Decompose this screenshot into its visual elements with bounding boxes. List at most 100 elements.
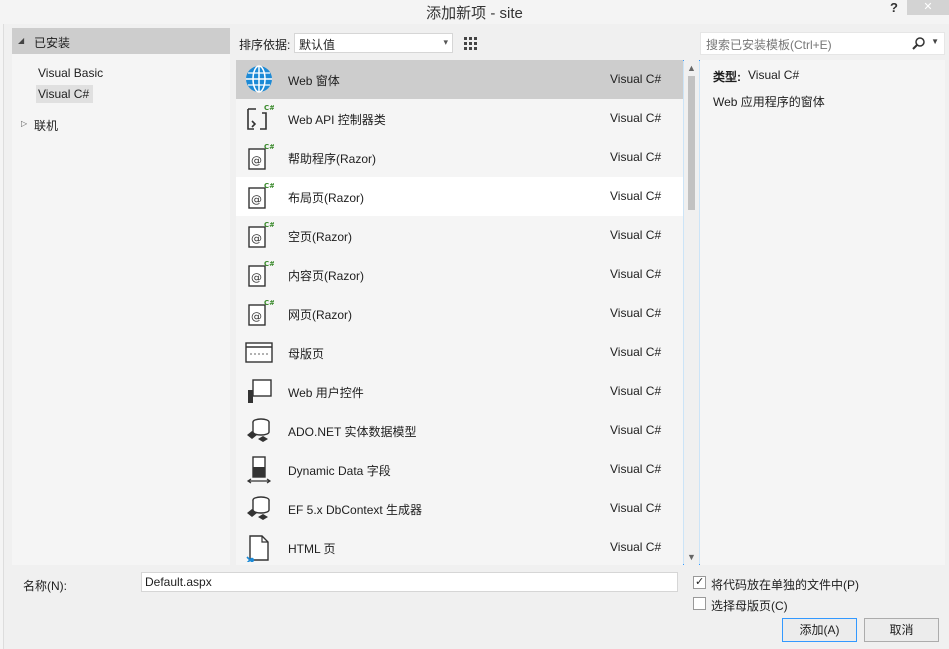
template-language: Visual C# [610, 267, 662, 281]
template-name: 内容页(Razor) [288, 269, 365, 283]
sort-dropdown[interactable]: 默认值 ▾ [294, 33, 453, 53]
template-language: Visual C# [610, 540, 662, 554]
template-tree: ◢ 已安装 Visual Basic Visual C# ▷ 联机 [12, 28, 230, 565]
search-placeholder: 搜索已安装模板(Ctrl+E) [706, 38, 832, 52]
scrollbar-thumb[interactable] [688, 76, 695, 210]
template-language: Visual C# [610, 111, 662, 125]
svg-text:C#: C# [264, 182, 274, 190]
svg-text:C#: C# [264, 299, 274, 307]
name-label: 名称(N): [23, 579, 67, 593]
tree-node-label: 已安装 [34, 36, 71, 50]
tree-node-label: 联机 [34, 119, 59, 133]
dropdown-arrow-icon: ▾ [443, 37, 448, 47]
template-language: Visual C# [610, 501, 662, 515]
master-page-label[interactable]: 选择母版页(C) [711, 597, 788, 614]
template-description: Web 应用程序的窗体 [713, 95, 825, 109]
template-row[interactable]: EF 5.x DbContext 生成器 Visual C# [236, 489, 683, 528]
title-bar: 添加新项 - site ? ✕ [0, 0, 949, 24]
collapse-arrow-icon[interactable]: ◢ [18, 36, 24, 45]
template-row[interactable]: @ C# 布局页(Razor) Visual C# [236, 177, 683, 216]
template-language: Visual C# [610, 384, 662, 398]
webapi-controller-icon: C# [244, 103, 275, 133]
template-row[interactable]: Web 窗体 Visual C# [236, 60, 683, 99]
user-control-icon [244, 376, 274, 406]
search-options-arrow-icon[interactable]: ▼ [931, 37, 939, 46]
template-name: ADO.NET 实体数据模型 [288, 425, 417, 439]
template-row[interactable]: HTML 页 Visual C# [236, 528, 683, 565]
template-name: EF 5.x DbContext 生成器 [288, 503, 423, 517]
razor-file-icon: @ C# [244, 259, 275, 289]
type-value: Visual C# [748, 68, 800, 82]
template-name: 帮助程序(Razor) [288, 152, 377, 166]
master-page-checkbox[interactable] [693, 597, 706, 610]
template-name: Web API 控制器类 [288, 113, 386, 127]
razor-file-icon: @ C# [244, 181, 275, 211]
tree-item-visual-basic[interactable]: Visual Basic [38, 66, 103, 80]
close-button[interactable]: ✕ [907, 0, 949, 15]
template-name: 母版页 [288, 347, 325, 361]
template-language: Visual C# [610, 306, 662, 320]
razor-file-icon: @ C# [244, 298, 275, 328]
svg-text:@: @ [251, 154, 262, 167]
template-row[interactable]: @ C# 网页(Razor) Visual C# [236, 294, 683, 333]
template-row[interactable]: 母版页 Visual C# [236, 333, 683, 372]
svg-text:C#: C# [264, 104, 274, 112]
template-row[interactable]: @ C# 内容页(Razor) Visual C# [236, 255, 683, 294]
entity-model-icon [244, 415, 274, 445]
tree-node-installed[interactable]: ◢ 已安装 [12, 28, 230, 54]
template-list: Web 窗体 Visual C# C# Web API 控制器类 Visual C# @ C… [236, 60, 683, 565]
template-language: Visual C# [610, 150, 662, 164]
list-scrollbar[interactable]: ▲ ▼ [684, 60, 699, 565]
template-row[interactable]: C# Web API 控制器类 Visual C# [236, 99, 683, 138]
razor-file-icon: @ C# [244, 220, 275, 250]
separate-file-label[interactable]: 将代码放在单独的文件中(P) [711, 576, 859, 593]
template-name: HTML 页 [288, 542, 336, 556]
template-language: Visual C# [610, 72, 662, 86]
expand-arrow-icon[interactable]: ▷ [21, 119, 27, 128]
sort-label: 排序依据: [239, 38, 291, 52]
html-page-icon [244, 532, 274, 564]
entity-model-icon [244, 493, 274, 523]
svg-text:@: @ [251, 232, 262, 245]
template-name: Dynamic Data 字段 [288, 464, 391, 478]
template-row[interactable]: @ C# 空页(Razor) Visual C# [236, 216, 683, 255]
type-label: 类型: [713, 70, 741, 84]
template-language: Visual C# [610, 189, 662, 203]
svg-text:@: @ [251, 310, 262, 323]
tree-item-visual-csharp[interactable]: Visual C# [36, 85, 94, 103]
template-language: Visual C# [610, 423, 662, 437]
template-row[interactable]: Web 用户控件 Visual C# [236, 372, 683, 411]
scroll-down-icon[interactable]: ▼ [687, 552, 696, 562]
help-button[interactable]: ? [890, 0, 898, 15]
svg-text:@: @ [251, 193, 262, 206]
search-icon[interactable] [912, 36, 926, 50]
separate-file-checkbox[interactable] [693, 575, 706, 589]
svg-text:C#: C# [264, 143, 274, 151]
template-language: Visual C# [610, 345, 662, 359]
razor-file-icon: @ C# [244, 142, 275, 172]
svg-text:C#: C# [264, 260, 274, 268]
template-name: Web 用户控件 [288, 386, 364, 400]
template-row[interactable]: Dynamic Data 字段 Visual C# [236, 450, 683, 489]
scroll-up-icon[interactable]: ▲ [687, 63, 696, 73]
template-language: Visual C# [610, 228, 662, 242]
svg-text:@: @ [251, 271, 262, 284]
window-title: 添加新项 - site [426, 5, 523, 22]
template-name: Web 窗体 [288, 74, 340, 88]
add-button[interactable]: 添加(A) [782, 618, 857, 642]
dynamic-data-icon [244, 454, 274, 484]
template-language: Visual C# [610, 462, 662, 476]
template-name: 布局页(Razor) [288, 191, 365, 205]
name-input[interactable]: Default.aspx [141, 572, 678, 592]
grid-view-icon [464, 37, 477, 50]
template-row[interactable]: ADO.NET 实体数据模型 Visual C# [236, 411, 683, 450]
cancel-button[interactable]: 取消 [864, 618, 939, 642]
tree-node-online[interactable]: ▷ 联机 [12, 117, 92, 133]
web-form-globe-icon [244, 64, 274, 94]
search-input[interactable]: 搜索已安装模板(Ctrl+E) ▼ [700, 32, 945, 55]
grid-view-button[interactable] [459, 32, 481, 54]
details-panel: 类型: Visual C# Web 应用程序的窗体 [700, 60, 945, 565]
svg-text:C#: C# [264, 221, 274, 229]
template-row[interactable]: @ C# 帮助程序(Razor) Visual C# [236, 138, 683, 177]
master-page-icon [244, 337, 274, 367]
